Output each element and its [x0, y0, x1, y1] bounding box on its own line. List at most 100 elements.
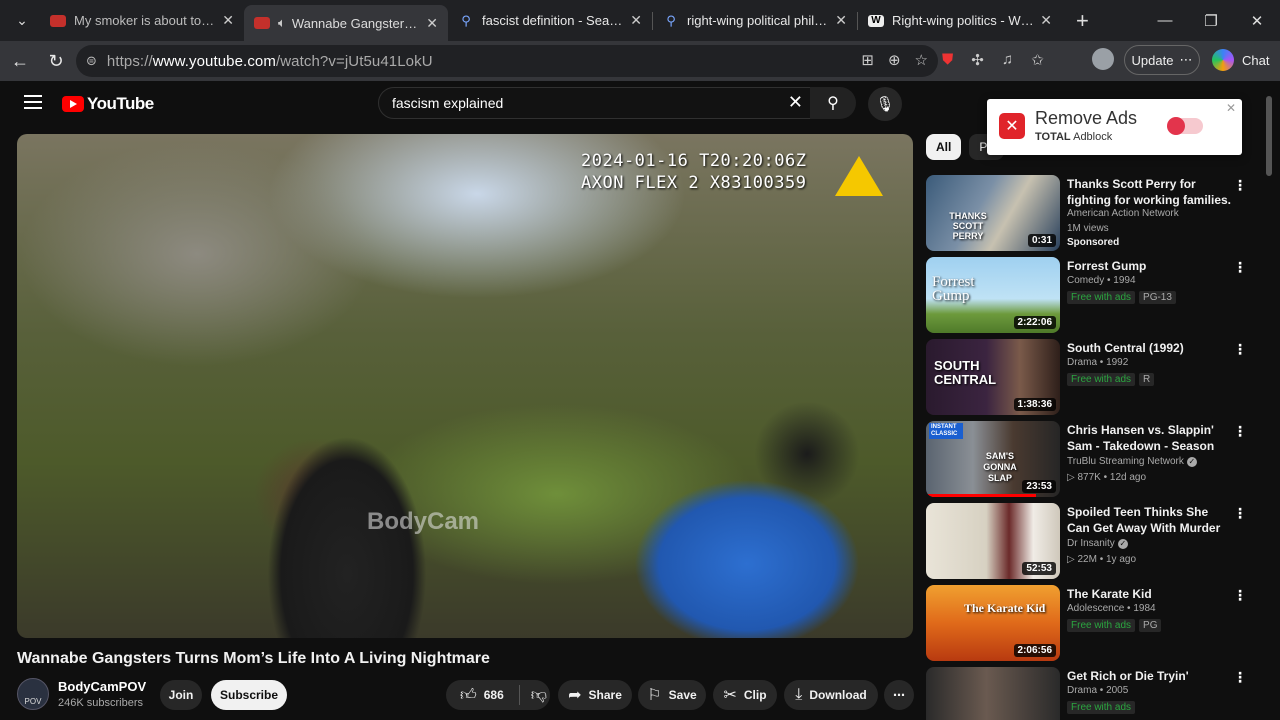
recommendation-title[interactable]: South Central (1992) [1067, 340, 1232, 356]
recommendation-title[interactable]: Chris Hansen vs. Slappin' Sam - Takedown… [1067, 422, 1232, 454]
download-label: Download [809, 688, 867, 702]
more-vertical-icon[interactable]: ⋮ [1233, 259, 1247, 276]
search-input[interactable]: fascism explained ✕ [378, 87, 814, 119]
close-tab-icon[interactable]: ✕ [1040, 12, 1052, 29]
thumbnail-text: The Karate Kid [964, 601, 1046, 615]
recommendation-title[interactable]: Thanks Scott Perry for fighting for work… [1067, 176, 1232, 208]
video-thumbnail[interactable]: THANKS SCOTT PERRY 0:31 [926, 175, 1060, 251]
like-icon[interactable]: 👍︎ [460, 686, 477, 705]
more-actions-button[interactable]: ⋯ [884, 680, 914, 710]
recommendation-title[interactable]: Forrest Gump [1067, 258, 1232, 274]
channel-avatar[interactable]: POV [17, 678, 49, 710]
dislike-icon[interactable]: 👎︎ [531, 686, 547, 705]
recommendation-title[interactable]: Get Rich or Die Tryin' [1067, 668, 1232, 684]
chip-all[interactable]: All [926, 134, 962, 160]
recommendation-item[interactable]: SOUTH CENTRAL 1:38:36 South Central (199… [926, 339, 1256, 415]
share-button[interactable]: ➦ Share [558, 680, 632, 710]
recommendation-item[interactable]: Forrest Gump 2:22:06 Forrest Gump Comedy… [926, 257, 1256, 333]
update-button[interactable]: Update ⋯ [1124, 45, 1200, 75]
close-tab-icon[interactable]: ✕ [426, 15, 438, 32]
video-thumbnail[interactable]: INSTANT CLASSIC SAM'S GONNA SLAP 23:53 [926, 421, 1060, 497]
copilot-chat-button[interactable]: Chat [1206, 45, 1275, 75]
like-count[interactable]: 686 [484, 688, 504, 702]
download-button[interactable]: ⤓ Download [784, 680, 878, 710]
close-window-icon[interactable]: ✕ [1234, 0, 1280, 41]
clip-button[interactable]: ✂ Clip [713, 680, 777, 710]
subscribe-button[interactable]: Subscribe [211, 680, 287, 710]
more-vertical-icon[interactable]: ⋮ [1233, 587, 1247, 604]
video-watermark: BodyCam [367, 508, 480, 535]
more-vertical-icon[interactable]: ⋮ [1233, 423, 1247, 440]
youtube-logo[interactable]: YouTube [62, 94, 154, 114]
more-dots-icon: ⋯ [1179, 52, 1193, 67]
recommendation-item[interactable]: 52:53 Spoiled Teen Thinks She Can Get Aw… [926, 503, 1256, 579]
more-vertical-icon[interactable]: ⋮ [1233, 505, 1247, 522]
remove-ads-toggle[interactable] [1167, 117, 1203, 135]
window-controls: — ❐ ✕ [1142, 0, 1280, 41]
more-vertical-icon[interactable]: ⋮ [1233, 669, 1247, 686]
video-thumbnail[interactable]: 52:53 [926, 503, 1060, 579]
search-button[interactable]: ⚲ [810, 87, 856, 119]
browser-tab[interactable]: W Right-wing politics - Wikipedia ✕ [858, 5, 1062, 37]
zoom-icon[interactable]: ⊕ [888, 51, 901, 69]
recommendation-item[interactable]: THANKS SCOTT PERRY 0:31 Thanks Scott Per… [926, 175, 1256, 251]
minimize-icon[interactable]: — [1142, 0, 1188, 41]
verified-icon: ✓ [1186, 457, 1197, 467]
join-button[interactable]: Join [160, 680, 202, 710]
voice-search-button[interactable]: 🎙︎ [868, 87, 902, 121]
browser-tab[interactable]: ⚲ right-wing political philosophy ✕ [653, 5, 857, 37]
recommendation-title[interactable]: The Karate Kid [1067, 586, 1232, 602]
close-tab-icon[interactable]: ✕ [835, 12, 847, 29]
like-dislike-divider [518, 685, 520, 705]
new-tab-icon[interactable]: + [1076, 8, 1089, 34]
reload-icon[interactable]: ↻ [38, 51, 74, 72]
recommendation-item[interactable]: The Karate Kid 2:06:56 The Karate Kid Ad… [926, 585, 1256, 661]
tab-search-menu-button[interactable]: ⌄ [4, 6, 40, 36]
genre-year: Drama • 1992 [1067, 357, 1129, 368]
more-vertical-icon[interactable]: ⋮ [1233, 341, 1247, 358]
clear-search-icon[interactable]: ✕ [788, 92, 803, 113]
channel-label[interactable]: TruBlu Streaming Network ✓ [1067, 456, 1197, 467]
scrollbar-thumb[interactable] [1266, 96, 1272, 176]
channel-name[interactable]: BodyCamPOV [58, 679, 146, 694]
hamburger-menu-icon[interactable] [24, 95, 42, 113]
more-vertical-icon[interactable]: ⋮ [1233, 177, 1247, 194]
extensions-puzzle-icon[interactable]: ✣ [971, 51, 984, 69]
close-tab-icon[interactable]: ✕ [630, 12, 642, 29]
close-popup-icon[interactable]: ✕ [1226, 101, 1236, 115]
favorite-star-icon[interactable]: ☆ [915, 51, 928, 69]
profile-avatar[interactable] [1092, 48, 1114, 70]
extension-toolbar: ⛊ ✣ ♫ ✩ [942, 51, 1044, 69]
browser-tab[interactable]: ⚲ fascist definition - Search ✕ [448, 5, 652, 37]
channel-label[interactable]: American Action Network [1067, 208, 1179, 219]
favorites-icon[interactable]: ✩ [1031, 51, 1044, 69]
tab-label: fascist definition - Search [482, 13, 625, 28]
close-tab-icon[interactable]: ✕ [222, 12, 234, 29]
back-icon[interactable]: ← [2, 51, 38, 72]
media-control-icon[interactable]: ♫ [1002, 51, 1013, 69]
recommendation-item[interactable]: INSTANT CLASSIC SAM'S GONNA SLAP 23:53 C… [926, 421, 1256, 497]
recommendation-item[interactable]: Get Rich or Die Tryin' Drama • 2005 Free… [926, 667, 1256, 720]
site-info-icon[interactable]: ⊜ [86, 53, 97, 69]
recommendation-title[interactable]: Spoiled Teen Thinks She Can Get Away Wit… [1067, 504, 1232, 536]
url-text[interactable]: https://www.youtube.com/watch?v=jUt5u41L… [107, 53, 433, 70]
video-thumbnail[interactable] [926, 667, 1060, 720]
page-scrollbar[interactable] [1266, 96, 1272, 714]
adblock-extension-icon[interactable]: ⛊ [942, 51, 953, 69]
save-button[interactable]: ⚐ Save [638, 680, 706, 710]
rating-badge: PG [1139, 619, 1162, 632]
copilot-icon [1212, 49, 1234, 71]
browser-tab[interactable]: My smoker is about to get a ✕ [40, 5, 244, 37]
speaker-icon[interactable]: 🔈︎ [278, 15, 286, 31]
address-bar[interactable]: ⊜ https://www.youtube.com/watch?v=jUt5u4… [76, 45, 938, 77]
video-thumbnail[interactable]: SOUTH CENTRAL 1:38:36 [926, 339, 1060, 415]
channel-label[interactable]: Dr Insanity ✓ [1067, 538, 1128, 549]
like-dislike-group: 👍︎ 686 👎︎ [446, 680, 550, 710]
video-thumbnail[interactable]: Forrest Gump 2:22:06 [926, 257, 1060, 333]
app-available-icon[interactable]: ⊞ [861, 51, 874, 69]
search-icon: ⚲ [461, 12, 471, 28]
browser-tab-active[interactable]: 🔈︎ Wannabe Gangsters Turns Mom ✕ [244, 5, 448, 41]
video-player[interactable]: 2024-01-16 T20:20:06Z AXON FLEX 2 X83100… [17, 134, 913, 638]
video-thumbnail[interactable]: The Karate Kid 2:06:56 [926, 585, 1060, 661]
restore-icon[interactable]: ❐ [1188, 0, 1234, 41]
